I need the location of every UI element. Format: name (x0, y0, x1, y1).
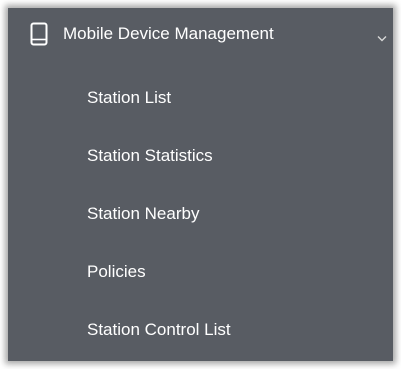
menu-item-policies[interactable]: Policies (8, 244, 393, 300)
menu-item-label: Station Control List (87, 320, 231, 339)
menu-header-mobile-device-management[interactable]: Mobile Device Management (8, 8, 393, 60)
menu-item-label: Station List (87, 88, 172, 107)
menu-header-label: Mobile Device Management (63, 24, 274, 43)
mobile-device-management-menu: Mobile Device Management Station List St… (8, 8, 393, 361)
menu-item-station-list[interactable]: Station List (8, 70, 393, 126)
chevron-down-icon[interactable] (377, 30, 387, 42)
menu-item-label: Station Statistics (87, 146, 213, 165)
menu-item-station-statistics[interactable]: Station Statistics (8, 128, 393, 184)
screenshot-frame: Mobile Device Management Station List St… (0, 0, 401, 369)
menu-item-label: Policies (87, 262, 146, 281)
menu-item-station-nearby[interactable]: Station Nearby (8, 186, 393, 242)
menu-item-station-control-list[interactable]: Station Control List (8, 302, 393, 358)
mobile-device-icon (30, 22, 48, 46)
menu-item-label: Station Nearby (87, 204, 200, 223)
